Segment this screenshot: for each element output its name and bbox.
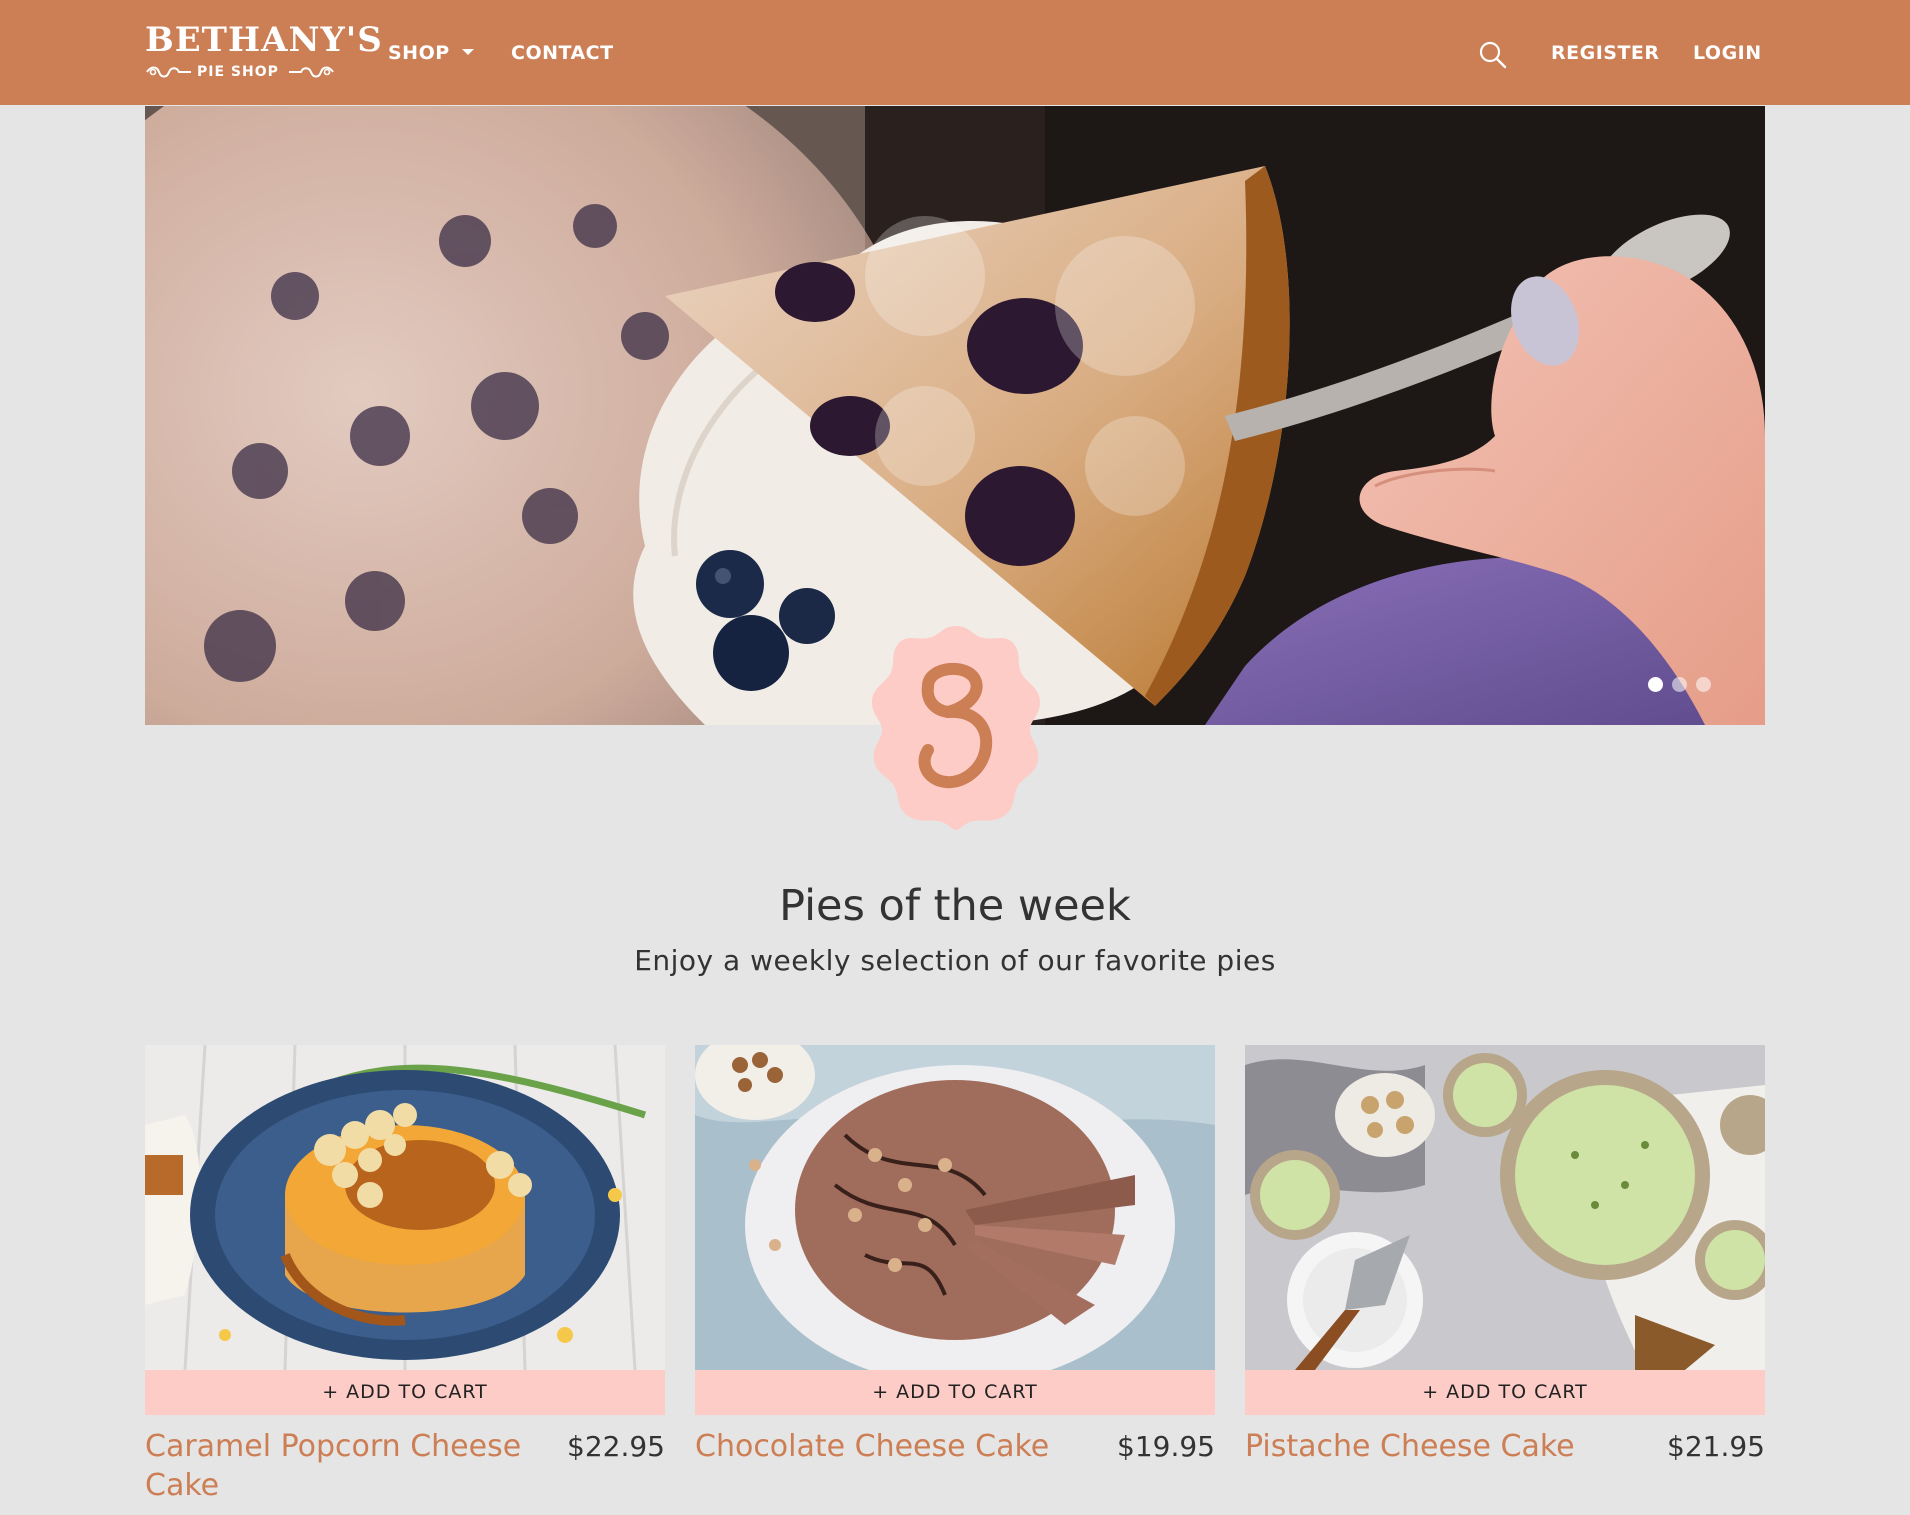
brand-badge — [866, 622, 1046, 832]
add-to-cart-button[interactable]: + ADD TO CART — [145, 1370, 665, 1415]
flourish-left-icon — [146, 66, 191, 78]
add-to-cart-button[interactable]: + ADD TO CART — [695, 1370, 1215, 1415]
product-price: $21.95 — [1667, 1430, 1765, 1463]
flourish-right-icon — [289, 66, 334, 78]
brand-tagline-row: PIE SHOP — [145, 62, 335, 82]
section-title: Pies of the week — [779, 881, 1131, 931]
nav-register-link[interactable]: REGISTER — [1551, 40, 1660, 66]
carousel-dot-2[interactable] — [1672, 677, 1687, 692]
pistachio-cake-photo — [1245, 1045, 1765, 1370]
caret-down-icon — [461, 48, 474, 55]
nav-login-link[interactable]: LOGIN — [1693, 40, 1762, 66]
add-to-cart-button[interactable]: + ADD TO CART — [1245, 1370, 1765, 1415]
product-card: + ADD TO CART Pistache Cheese Cake $21.9… — [1245, 1045, 1765, 1515]
product-price: $19.95 — [1117, 1430, 1215, 1463]
brand-name: BETHANY'S — [145, 20, 383, 60]
product-price: $22.95 — [567, 1430, 665, 1463]
section-subtitle: Enjoy a weekly selection of our favorite… — [634, 944, 1276, 977]
product-name[interactable]: Chocolate Cheese Cake — [695, 1427, 1095, 1466]
product-image[interactable] — [145, 1045, 665, 1370]
nav-shop-label: SHOP — [388, 42, 450, 64]
search-icon — [1479, 41, 1507, 69]
navbar: BETHANY'S PIE SHOP SHOP CONTACT REGISTER… — [0, 0, 1910, 105]
carousel-dot-1[interactable] — [1648, 677, 1663, 692]
nav-shop-dropdown[interactable]: SHOP — [388, 40, 474, 66]
product-image[interactable] — [695, 1045, 1215, 1370]
product-name[interactable]: Pistache Cheese Cake — [1245, 1427, 1645, 1466]
product-card: + ADD TO CART Caramel Popcorn Cheese Cak… — [145, 1045, 665, 1515]
brand-logo[interactable]: BETHANY'S PIE SHOP — [145, 20, 382, 84]
product-card: + ADD TO CART Chocolate Cheese Cake $19.… — [695, 1045, 1215, 1515]
brand-tagline: PIE SHOP — [197, 64, 279, 80]
product-name[interactable]: Caramel Popcorn Cheese Cake — [145, 1427, 545, 1505]
chocolate-cake-photo — [695, 1045, 1215, 1370]
nav-contact-link[interactable]: CONTACT — [511, 40, 614, 66]
search-button[interactable] — [1478, 40, 1508, 70]
carousel-dot-3[interactable] — [1696, 677, 1711, 692]
caramel-cake-photo — [145, 1045, 665, 1370]
product-image[interactable] — [1245, 1045, 1765, 1370]
brand-monogram-icon — [872, 626, 1040, 830]
